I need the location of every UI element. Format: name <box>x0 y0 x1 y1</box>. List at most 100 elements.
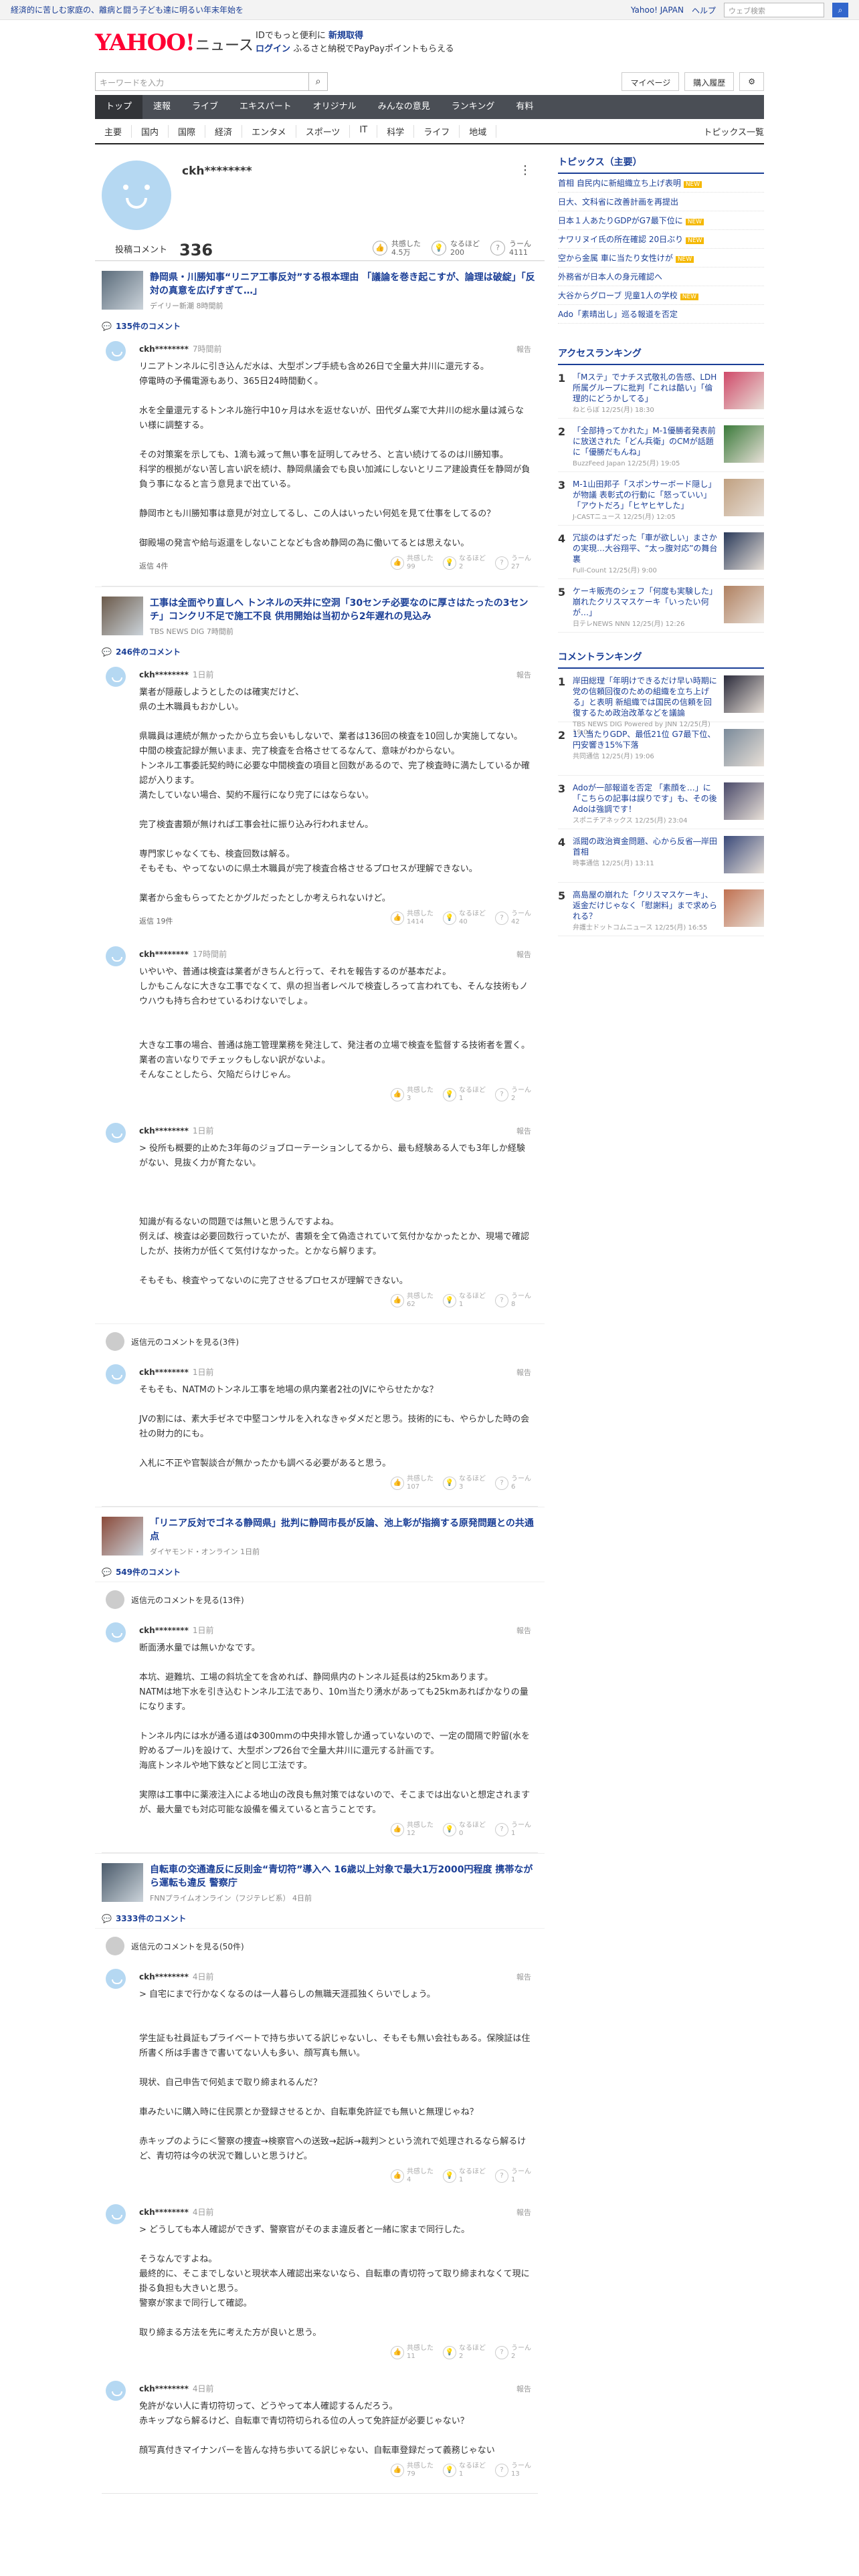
ranking-thumbnail[interactable] <box>724 532 764 570</box>
ranking-thumbnail[interactable] <box>724 586 764 623</box>
subnav-item[interactable]: 科学 <box>377 124 415 138</box>
ranking-title[interactable]: 岸田総理「年明けできるだけ早い時期に党の信頼回復のための組織を立ち上げる」と表明… <box>573 675 719 718</box>
uun-button[interactable]: ? うーん 8 <box>495 1293 531 1309</box>
ranking-title[interactable]: 冗談のはずだった「車が欲しい」まさかの実現…大谷翔平、“太っ腹対応”の舞台裏 <box>573 532 719 564</box>
ranking-item[interactable]: 1 「Mステ」でナチス式敬礼の告感、LDH所属グループに批判「これは酷い」「倫理的… <box>558 365 764 419</box>
article-title[interactable]: 自転車の交通違反に反則金“青切符”導入へ 16歳以上対象で最大1万2000円程度… <box>150 1863 538 1890</box>
empathy-button[interactable]: 👍 共感した 62 <box>391 1293 434 1309</box>
register-link[interactable]: 新規取得 <box>328 31 363 41</box>
ranking-item[interactable]: 3 Adoが一部報道を否定 「素顔を…」に「こちらの記事は誤りです」も、その後Ad… <box>558 776 764 829</box>
charity-notice[interactable]: 経済的に苦しむ家庭の、離病と闘う子ども達に明るい年末年始を <box>11 0 244 20</box>
empathy-button[interactable]: 👍 共感した 99 <box>391 555 434 571</box>
report-link[interactable]: 報告 <box>516 1367 531 1378</box>
topic-link[interactable]: Ado「素晴出し」巡る報道を否定 <box>558 305 764 324</box>
ranking-thumbnail[interactable] <box>724 889 764 927</box>
article-card[interactable]: 静岡県・川勝知事“リニア工事反対”する根本理由 「議論を巻き起こすが、論理は破綻… <box>95 261 545 318</box>
ranking-title[interactable]: 「全部持ってかれた」M-1優勝者発表前に放送された「どん兵衛」のCMが話題に「優… <box>573 425 719 457</box>
ranking-item[interactable]: 3 M-1山田邦子「スポンサーボード隠し」が物議 表彰式の行動に「怒っていい」「ア… <box>558 472 764 526</box>
naruhodo-button[interactable]: 💡 なるほど 1 <box>443 2462 486 2478</box>
naruhodo-button[interactable]: 💡 なるほど 2 <box>443 2345 486 2361</box>
empathy-button[interactable]: 👍 共感した 3 <box>391 1087 434 1103</box>
topic-link[interactable]: 空から金属 車に当たり女性けが NEW <box>558 249 764 267</box>
ranking-item[interactable]: 1 岸田総理「年明けできるだけ早い時期に党の信頼回復のための組織を立ち上げる」と表… <box>558 669 764 736</box>
news-logo-label[interactable]: ニュース <box>195 33 254 55</box>
nav-tab[interactable]: ランキング <box>441 95 506 119</box>
yahoo-logo[interactable]: YAHOO! <box>95 29 195 56</box>
reply-link[interactable]: 返信 4件 <box>139 560 169 571</box>
settings-button[interactable]: ⚙ <box>739 72 764 91</box>
ranking-title[interactable]: 1人当たりGDP、最低21位 G7最下位、円安響き15%下落 <box>573 729 719 750</box>
topic-link[interactable]: 日本１人あたりGDPがG7最下位に NEW <box>558 211 764 230</box>
empathy-button[interactable]: 👍 共感した 107 <box>391 1475 434 1491</box>
subnav-item[interactable]: エンタメ <box>242 124 296 138</box>
article-card[interactable]: 工事は全面やり直しへ トンネルの天井に空洞「30センチ必要なのに厚さはたったの3… <box>95 586 545 643</box>
ranking-title[interactable]: 「Mステ」でナチス式敬礼の告感、LDH所属グループに批判「これは酷い」「倫理的に… <box>573 372 719 404</box>
subnav-item[interactable]: 国内 <box>132 124 169 138</box>
topics-list-link[interactable]: トピックス一覧 <box>703 125 764 138</box>
report-link[interactable]: 報告 <box>516 949 531 960</box>
naruhodo-button[interactable]: 💡 なるほど 40 <box>443 910 486 926</box>
article-title[interactable]: 静岡県・川勝知事“リニア工事反対”する根本理由 「議論を巻き起こすが、論理は破綻… <box>150 271 538 298</box>
comment-count-link[interactable]: 💬 549件のコメント <box>95 1564 545 1582</box>
keyword-search-input[interactable]: キーワードを入力 <box>95 72 309 91</box>
article-thumbnail[interactable] <box>102 597 143 635</box>
uun-button[interactable]: ? うーん 13 <box>495 2462 531 2478</box>
article-title[interactable]: 「リニア反対でゴネる静岡県」批判に静岡市長が反論、池上彰が指摘する原発問題との共… <box>150 1517 538 1543</box>
promo-sub[interactable]: ふるさと納税でPayPayポイントもらえる <box>293 44 454 54</box>
subnav-item[interactable]: 主要 <box>95 124 132 138</box>
keyword-search-button[interactable]: ⌕ <box>309 72 328 91</box>
article-title[interactable]: 工事は全面やり直しへ トンネルの天井に空洞「30センチ必要なのに厚さはたったの3… <box>150 597 538 623</box>
subnav-item[interactable]: IT <box>350 124 378 138</box>
naruhodo-button[interactable]: 💡 なるほど 1 <box>443 1087 486 1103</box>
topic-link[interactable]: 外務省が日本人の身元確認へ <box>558 267 764 286</box>
nav-tab[interactable]: 速報 <box>142 95 181 119</box>
topic-link[interactable]: 首相 自民内に新組織立ち上げ表明 NEW <box>558 174 764 193</box>
ranking-thumbnail[interactable] <box>724 479 764 516</box>
more-menu-icon[interactable]: ⋮ <box>519 163 531 177</box>
topic-link[interactable]: 大谷からグローブ 児童1人の学校 NEW <box>558 286 764 305</box>
report-link[interactable]: 報告 <box>516 1971 531 1982</box>
parent-comment-link[interactable]: 返信元のコメントを見る(3件) <box>95 1323 545 1359</box>
comment-count-link[interactable]: 💬 135件のコメント <box>95 318 545 336</box>
nav-tab[interactable]: オリジナル <box>302 95 367 119</box>
naruhodo-button[interactable]: 💡 なるほど 1 <box>443 2168 486 2184</box>
ranking-title[interactable]: ケーキ販売のシェフ「何度も実験した」 崩れたクリスマスケーキ「いったい何が…」 <box>573 586 719 618</box>
ranking-thumbnail[interactable] <box>724 782 764 820</box>
help-link[interactable]: ヘルプ <box>692 5 716 16</box>
naruhodo-button[interactable]: 💡 なるほど 3 <box>443 1475 486 1491</box>
ranking-thumbnail[interactable] <box>724 675 764 713</box>
comment-count-link[interactable]: 💬 246件のコメント <box>95 643 545 661</box>
ranking-thumbnail[interactable] <box>724 425 764 463</box>
ranking-item[interactable]: 5 ケーキ販売のシェフ「何度も実験した」 崩れたクリスマスケーキ「いったい何が…」… <box>558 579 764 633</box>
ranking-title[interactable]: 派閥の政治資金問題、心から反省―岸田首相 <box>573 836 719 857</box>
uun-button[interactable]: ? うーん 2 <box>495 1087 531 1103</box>
nav-tab[interactable]: エキスパート <box>229 95 302 119</box>
ranking-thumbnail[interactable] <box>724 372 764 409</box>
empathy-button[interactable]: 👍 共感した 1414 <box>391 910 434 926</box>
naruhodo-button[interactable]: 💡 なるほど 1 <box>443 1293 486 1309</box>
reply-link[interactable]: 返信 19件 <box>139 916 173 926</box>
ranking-item[interactable]: 2 1人当たりGDP、最低21位 G7最下位、円安響き15%下落 共同通信 12/2… <box>558 722 764 776</box>
ranking-title[interactable]: 高島屋の崩れた「クリスマスケーキ」、返金だけじゃなく「慰謝料」まで求められる？ <box>573 889 719 922</box>
ranking-thumbnail[interactable] <box>724 729 764 766</box>
naruhodo-button[interactable]: 💡 なるほど 2 <box>443 555 486 571</box>
ranking-thumbnail[interactable] <box>724 836 764 873</box>
empathy-button[interactable]: 👍 共感した 11 <box>391 2345 434 2361</box>
parent-comment-link[interactable]: 返信元のコメントを見る(50件) <box>95 1928 545 1963</box>
topic-link[interactable]: 日大、文科省に改善計画を再提出 <box>558 193 764 211</box>
web-search-input[interactable]: ウェブ検索 <box>724 3 824 17</box>
subnav-item[interactable]: スポーツ <box>296 124 351 138</box>
web-search-button[interactable]: ⌕ <box>832 3 848 17</box>
ranking-title[interactable]: M-1山田邦子「スポンサーボード隠し」が物議 表彰式の行動に「怒っていい」「アウ… <box>573 479 719 511</box>
uun-button[interactable]: ? うーん 2 <box>495 2345 531 2361</box>
uun-button[interactable]: ? うーん 42 <box>495 910 531 926</box>
ranking-item[interactable]: 4 派閥の政治資金問題、心から反省―岸田首相 時事通信 12/25(月) 13:11 <box>558 829 764 883</box>
report-link[interactable]: 報告 <box>516 669 531 680</box>
comment-count-link[interactable]: 💬 3333件のコメント <box>95 1910 545 1928</box>
subnav-item[interactable]: 地域 <box>460 124 497 138</box>
nav-tab[interactable]: みんなの意見 <box>367 95 441 119</box>
uun-button[interactable]: ? うーん 6 <box>495 1475 531 1491</box>
topic-link[interactable]: ナワリヌイ氏の所在確認 20日ぶり NEW <box>558 230 764 249</box>
subnav-item[interactable]: 国際 <box>169 124 206 138</box>
article-card[interactable]: 「リニア反対でゴネる静岡県」批判に静岡市長が反論、池上彰が指摘する原発問題との共… <box>95 1507 545 1564</box>
